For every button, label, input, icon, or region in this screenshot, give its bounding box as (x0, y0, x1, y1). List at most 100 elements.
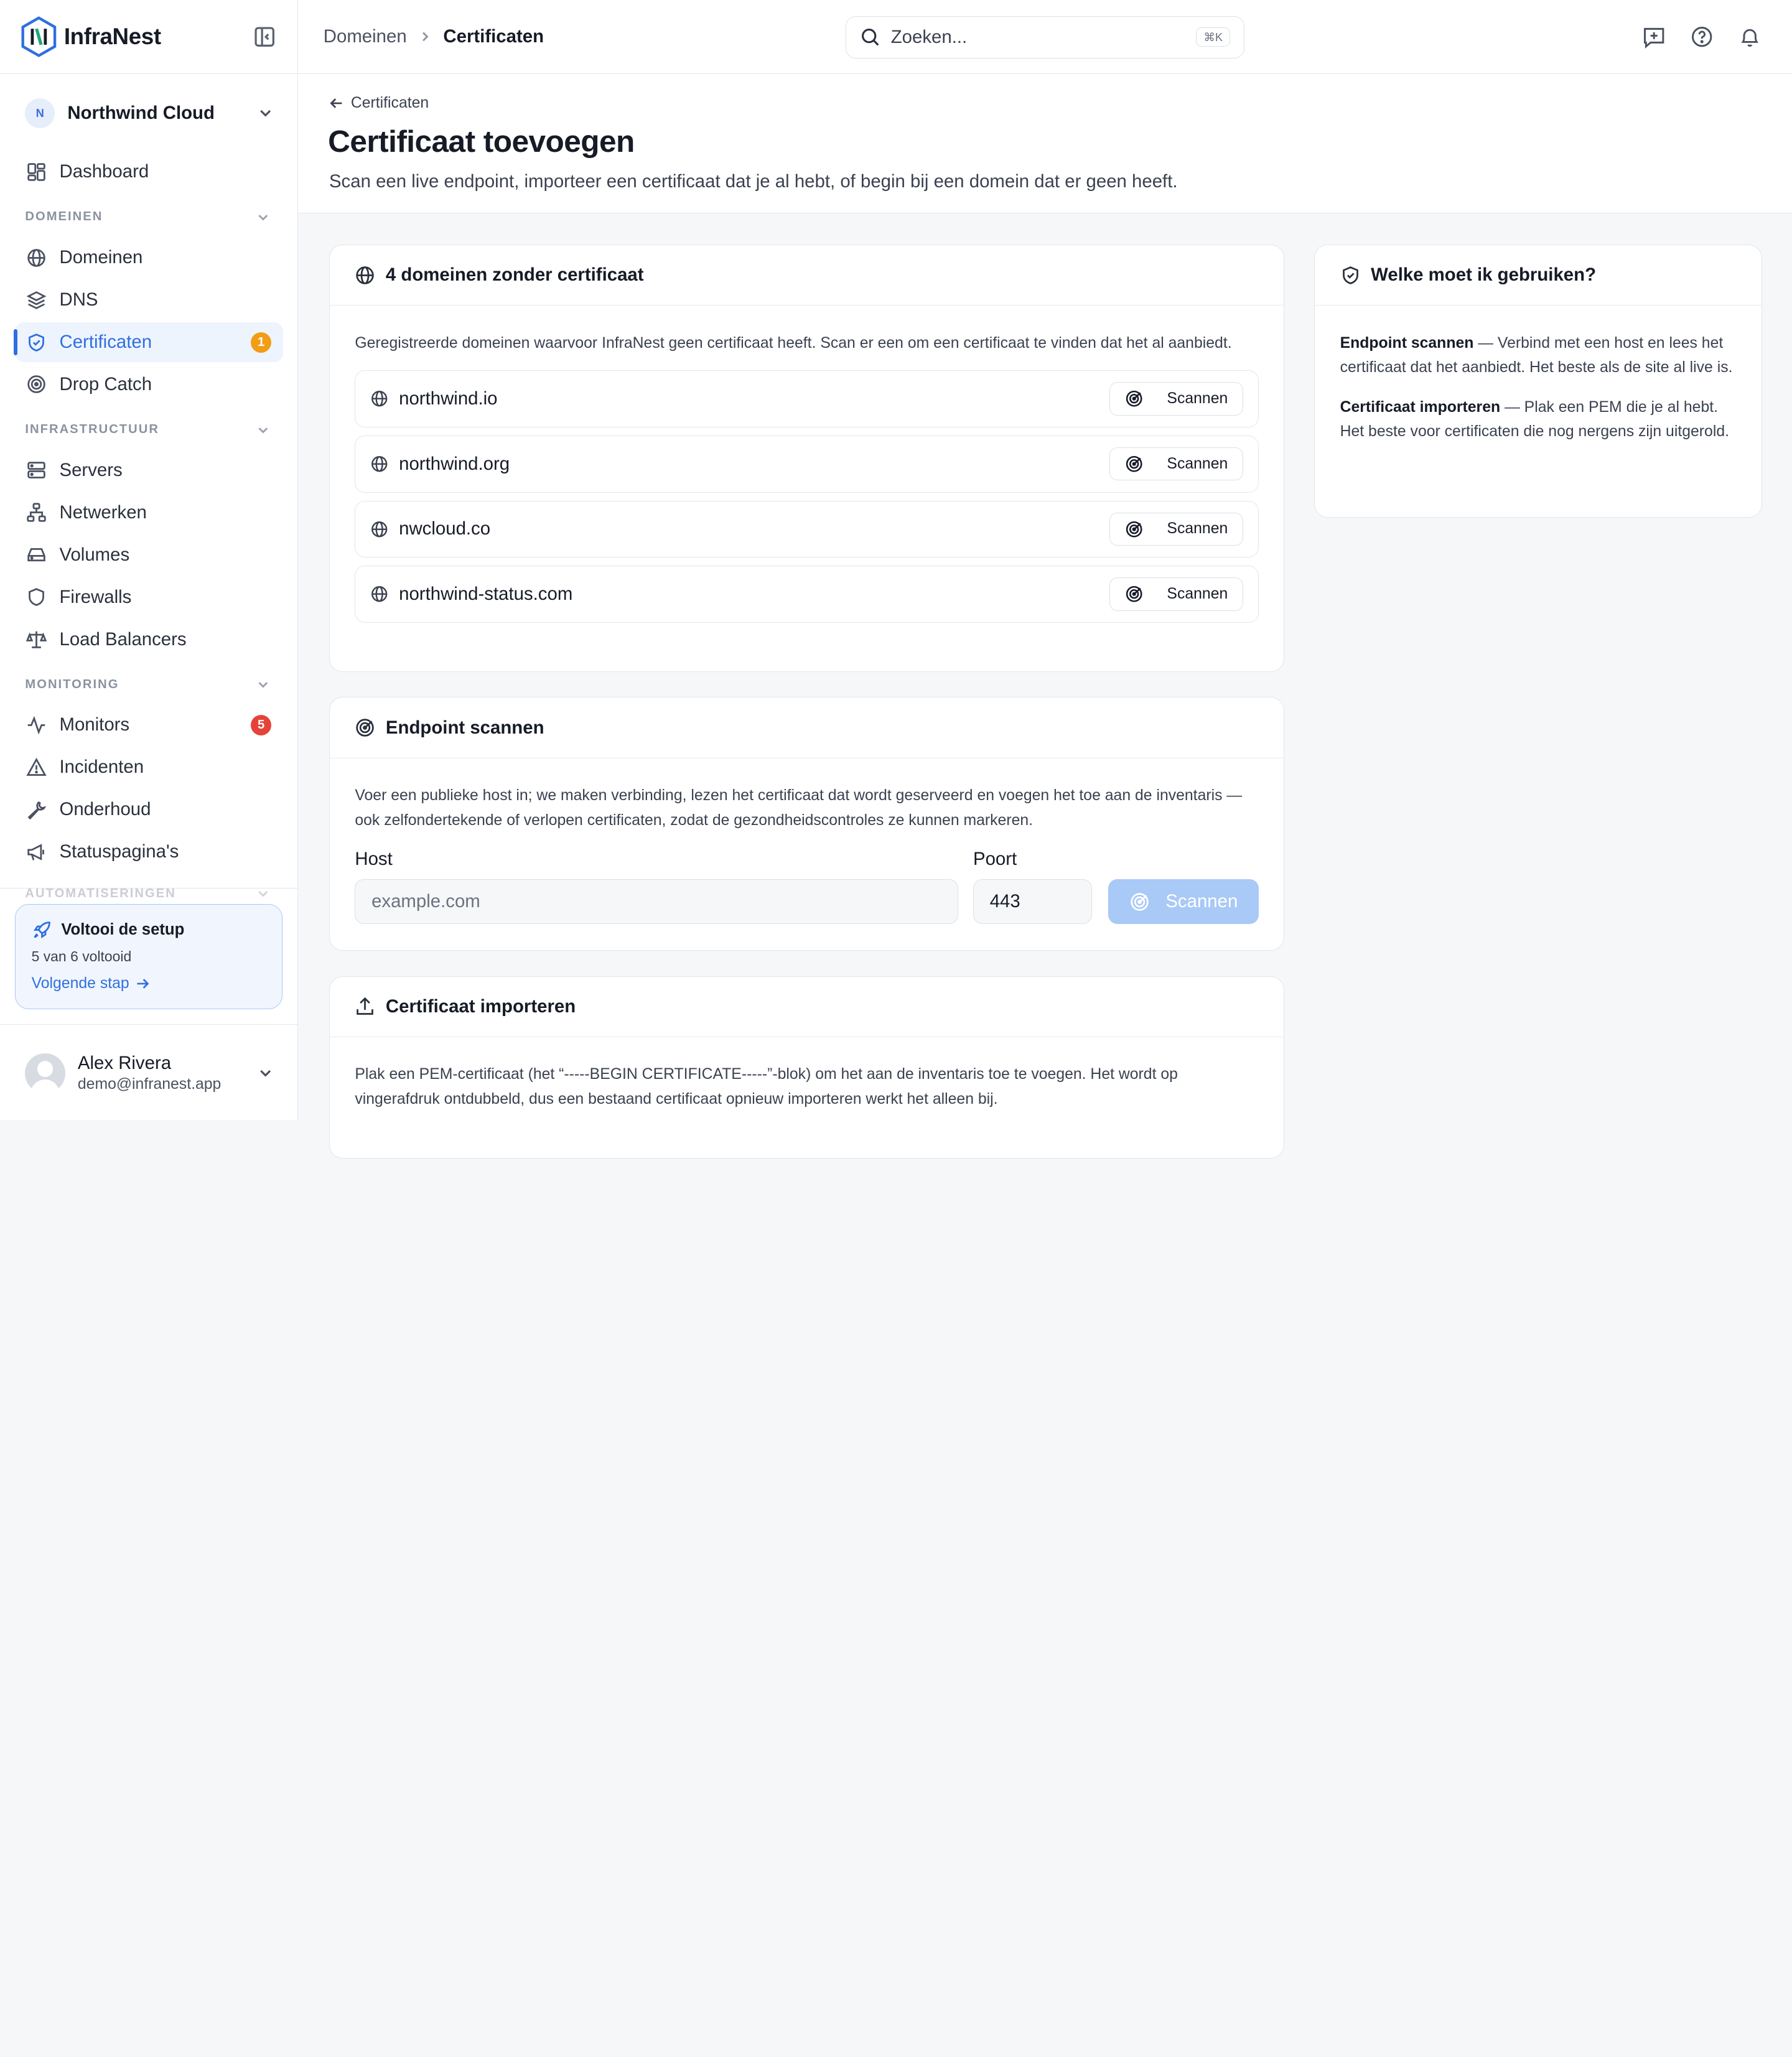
sidebar: InfraNest N Northwind Cloud Dashboard DO… (0, 0, 299, 1120)
user-name: Alex Rivera (77, 1052, 172, 1073)
help-icon[interactable] (1689, 24, 1714, 49)
sidebar-item-label: Monitors (59, 714, 130, 735)
card-title: 4 domeinen zonder certificaat (385, 264, 644, 286)
port-input[interactable]: 443 (973, 879, 1093, 925)
divider (0, 888, 298, 889)
main-content: Domeinen Certificaten Zoeken... ⌘K Certi… (298, 0, 1792, 1159)
search-shortcut: ⌘K (1196, 27, 1231, 47)
dashboard-icon (26, 162, 47, 182)
count-badge: 5 (251, 714, 272, 735)
scan-button[interactable]: Scannen (1109, 447, 1244, 481)
sidebar-item-domeinen[interactable]: Domeinen (15, 238, 283, 278)
radar-icon (1125, 585, 1143, 603)
collapse-sidebar-icon[interactable] (252, 24, 277, 49)
scan-button-label: Scannen (1167, 585, 1228, 603)
next-step-label: Volgende stap (31, 975, 129, 992)
host-label: Host (355, 848, 393, 869)
port-label: Poort (973, 848, 1017, 869)
search-input[interactable]: Zoeken... ⌘K (846, 16, 1245, 58)
chevron-down-icon (255, 422, 271, 438)
shield-check-icon (26, 332, 47, 353)
sidebar-item-incidenten[interactable]: Incidenten (15, 747, 283, 787)
host-input[interactable]: example.com (355, 879, 959, 925)
feedback-icon[interactable] (1641, 24, 1666, 49)
domain-name: northwind.io (399, 388, 498, 409)
globe-icon (355, 265, 375, 286)
network-icon (26, 502, 47, 523)
setup-progress: 5 van 6 voltooid (31, 948, 132, 964)
globe-icon (370, 585, 388, 603)
card-body: Endpoint scannen — Verbind met een host … (1315, 306, 1762, 444)
sidebar-item-netwerken[interactable]: Netwerken (15, 493, 283, 533)
user-email: demo@infranest.app (77, 1076, 222, 1093)
card-description: Voer een publieke host in; we maken verb… (355, 787, 1243, 829)
sidebar-item-servers[interactable]: Servers (15, 450, 283, 490)
card-title: Certificaat importeren (385, 996, 576, 1017)
section-domeinen[interactable]: DOMEINEN (15, 197, 283, 238)
user-menu[interactable]: Alex Rivera demo@infranest.app (25, 1050, 274, 1096)
sidebar-item-label: Statuspagina's (59, 841, 179, 862)
back-link[interactable]: Certificaten (329, 95, 429, 112)
section-infrastructuur[interactable]: INFRASTRUCTUUR (15, 409, 283, 450)
section-label: MONITORING (25, 677, 119, 691)
sidebar-item-dashboard[interactable]: Dashboard (15, 152, 283, 192)
arrow-right-icon (135, 976, 150, 991)
scan-button[interactable]: Scannen (1109, 577, 1244, 611)
sidebar-item-load-balancers[interactable]: Load Balancers (15, 619, 283, 659)
next-step-link[interactable]: Volgende stap (32, 975, 266, 992)
chevron-right-icon (417, 29, 433, 45)
list-item: northwind.io Scannen (355, 370, 1259, 427)
import-certificate-card: Certificaat importeren Plak een PEM-cert… (329, 976, 1285, 1159)
sidebar-item-label: Drop Catch (59, 374, 152, 394)
scan-button[interactable]: Scannen (1109, 382, 1244, 416)
topbar-actions (1641, 24, 1763, 49)
setup-title-text: Voltooi de setup (61, 920, 185, 938)
sidebar-item-monitors[interactable]: Monitors 5 (15, 705, 283, 745)
breadcrumb-domeinen[interactable]: Domeinen (324, 26, 407, 47)
count-badge: 1 (251, 332, 272, 353)
infranest-logo-icon[interactable] (21, 16, 57, 58)
globe-icon (370, 455, 388, 473)
sidebar-item-firewalls[interactable]: Firewalls (15, 577, 283, 617)
scan-button-label: Scannen (1167, 455, 1228, 472)
activity-icon (26, 715, 47, 735)
sidebar-item-statuspaginas[interactable]: Statuspagina's (15, 832, 283, 872)
domain-name: northwind.org (399, 453, 510, 474)
section-monitoring[interactable]: MONITORING (15, 664, 283, 705)
radar-icon (355, 717, 375, 738)
scale-icon (26, 629, 47, 650)
org-switcher[interactable]: N Northwind Cloud (0, 74, 297, 152)
chevron-down-icon (255, 676, 271, 693)
card-title: Welke moet ik gebruiken? (1371, 264, 1597, 286)
layers-icon (26, 290, 47, 310)
sidebar-item-label: Incidenten (59, 757, 144, 778)
sidebar-item-dns[interactable]: DNS (15, 280, 283, 320)
sidebar-item-drop-catch[interactable]: Drop Catch (15, 365, 283, 404)
domain-name: northwind-status.com (399, 584, 573, 605)
chevron-down-icon (256, 1064, 274, 1082)
radar-icon (1125, 389, 1143, 408)
radar-icon (1125, 520, 1143, 538)
help-term: Endpoint scannen (1340, 334, 1474, 352)
search-placeholder: Zoeken... (890, 26, 968, 47)
globe-icon (370, 389, 388, 408)
sidebar-item-label: Volumes (59, 544, 130, 565)
breadcrumb: Domeinen Certificaten (324, 26, 544, 47)
alert-triangle-icon (26, 757, 47, 778)
globe-icon (26, 248, 47, 268)
brand-bar: InfraNest (0, 0, 298, 75)
scan-submit-button[interactable]: Scannen (1108, 879, 1259, 925)
sidebar-item-label: Firewalls (59, 586, 132, 607)
sidebar-item-certificaten[interactable]: Certificaten 1 (14, 322, 283, 363)
bell-icon[interactable] (1737, 24, 1762, 49)
scan-button[interactable]: Scannen (1109, 512, 1244, 546)
list-item: northwind-status.com Scannen (355, 566, 1259, 623)
sidebar-item-volumes[interactable]: Volumes (15, 535, 283, 575)
setup-card[interactable]: Voltooi de setup 5 van 6 voltooid Volgen… (14, 903, 282, 1009)
page-title: Certificaat toevoegen (328, 124, 635, 159)
radar-icon (1125, 455, 1143, 473)
chevron-down-icon (256, 104, 274, 122)
sidebar-item-onderhoud[interactable]: Onderhoud (15, 790, 283, 829)
sidebar-item-label: Servers (59, 459, 123, 480)
card-description: Plak een PEM-certificaat (het “-----BEGI… (355, 1066, 1178, 1108)
